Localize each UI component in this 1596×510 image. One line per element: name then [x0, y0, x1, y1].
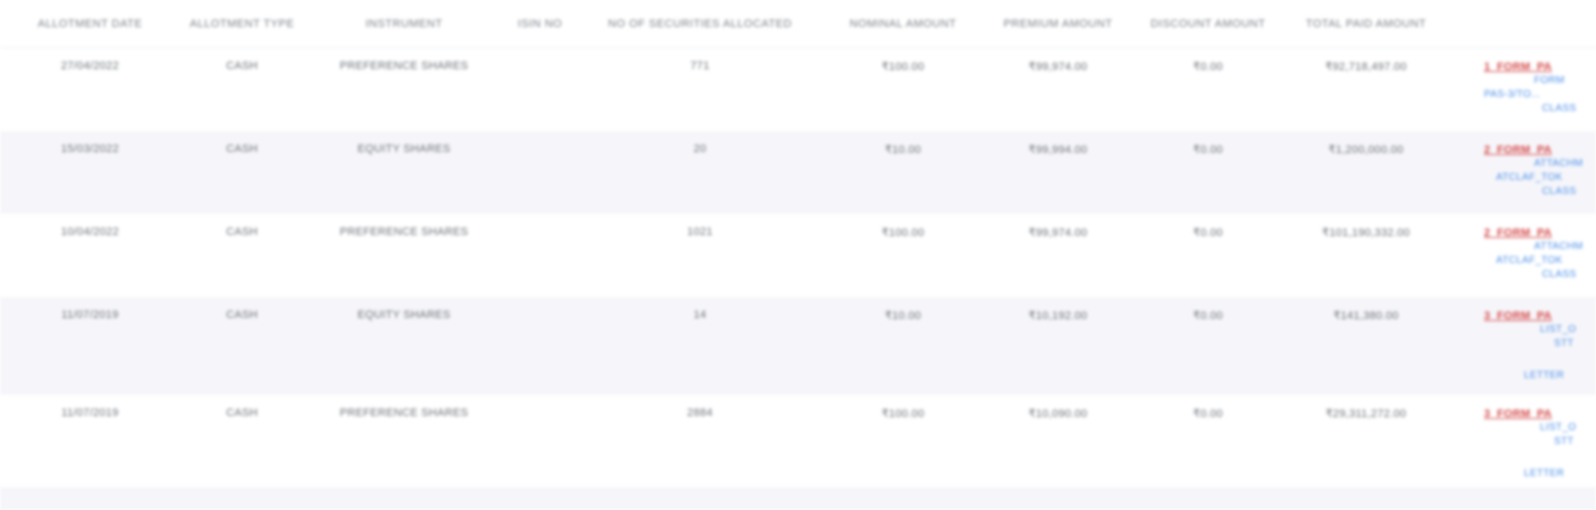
cell-total-paid-amount: ₹92,718,497.00: [1325, 61, 1407, 73]
table-row: [0, 486, 1596, 510]
col-header-documents: [1450, 0, 1596, 48]
cell-instrument: PREFERENCE SHARES: [339, 60, 469, 72]
col-header-premium-amount[interactable]: PREMIUM AMOUNT: [982, 0, 1134, 48]
cell-documents: 2_FORM_PA ATTACHM ATCLAF_TOK CLASS: [1450, 214, 1596, 297]
document-link-sub[interactable]: CLASS: [1484, 102, 1596, 116]
document-link-letter[interactable]: LETTER: [1484, 467, 1596, 481]
cell-documents: 2_FORM_PA ATTACHM ATCLAF_TOK CLASS: [1450, 131, 1596, 214]
cell-isin: [504, 48, 576, 131]
table-row: 11/07/2019 CASH PREFERENCE SHARES 2884 ₹…: [0, 394, 1596, 487]
allotment-table-container: ALLOTMENT DATE ALLOTMENT TYPE INSTRUMENT…: [0, 0, 1596, 510]
cell-instrument: PREFERENCE SHARES: [339, 225, 469, 238]
table-row: 10/04/2022 CASH PREFERENCE SHARES 1021 ₹…: [0, 213, 1596, 297]
cell-premium-amount: ₹99,974.00: [1028, 226, 1088, 239]
document-link-main[interactable]: 2_FORM_PA: [1484, 226, 1596, 240]
cell-nominal-amount: ₹100.00: [881, 226, 925, 239]
cell-total-paid-amount: ₹1,200,000.00: [1328, 143, 1404, 156]
cell-documents: 3_FORM_PA LIST_O STT LETTER: [1450, 395, 1596, 487]
cell-isin: [504, 131, 576, 214]
cell-securities-allocated: 1021: [687, 225, 713, 238]
cell-securities-allocated: 2884: [687, 406, 713, 419]
document-link-sub[interactable]: CLASS: [1484, 268, 1596, 282]
col-header-nominal-amount[interactable]: NOMINAL AMOUNT: [824, 0, 982, 48]
cell-premium-amount: ₹10,192.00: [1028, 309, 1088, 322]
cell-allotment-type: CASH: [226, 225, 258, 238]
cell-allotment-type: CASH: [226, 60, 258, 72]
cell-discount-amount: ₹0.00: [1193, 61, 1223, 73]
table-row: 15/03/2022 CASH EQUITY SHARES 20 ₹10.00 …: [0, 130, 1596, 214]
table-row: 11/07/2019 CASH EQUITY SHARES 14 ₹10.00 …: [0, 296, 1596, 395]
cell-nominal-amount: ₹100.00: [881, 407, 925, 420]
document-link-sub[interactable]: PAS-3/TO...: [1484, 88, 1596, 102]
cell-nominal-amount: ₹10.00: [884, 309, 922, 322]
cell-allotment-date: 11/07/2019: [61, 406, 119, 419]
cell-premium-amount: ₹10,090.00: [1028, 407, 1088, 420]
cell-allotment-type: CASH: [226, 308, 258, 321]
cell-discount-amount: ₹0.00: [1193, 309, 1223, 322]
col-header-total-paid-amount[interactable]: TOTAL PAID AMOUNT: [1282, 0, 1450, 48]
cell-discount-amount: ₹0.00: [1193, 143, 1223, 156]
cell-instrument: EQUITY SHARES: [357, 308, 451, 321]
document-link-sub[interactable]: ATTACHM: [1484, 240, 1596, 254]
cell-total-paid-amount: ₹101,190,332.00: [1322, 226, 1410, 239]
cell-nominal-amount: ₹10.00: [884, 143, 922, 156]
document-link-main[interactable]: 2_FORM_PA: [1484, 143, 1596, 157]
col-header-allotment-type[interactable]: ALLOTMENT TYPE: [180, 0, 304, 48]
cell-isin: [504, 214, 576, 297]
document-link-sub[interactable]: ATCLAF_TOK: [1484, 171, 1596, 185]
cell-documents: 1_FORM_PA FORM PAS-3/TO... CLASS: [1450, 48, 1596, 131]
cell-nominal-amount: ₹100.00: [881, 61, 925, 73]
allotment-table: ALLOTMENT DATE ALLOTMENT TYPE INSTRUMENT…: [0, 0, 1596, 510]
cell-documents: 3_FORM_PA LIST_O STT LETTER: [1450, 297, 1596, 395]
document-link-main[interactable]: 3_FORM_PA: [1484, 309, 1596, 323]
document-link-sub[interactable]: LIST_O: [1484, 323, 1596, 337]
col-header-allotment-date[interactable]: ALLOTMENT DATE: [0, 0, 180, 48]
document-link-sub[interactable]: ATTACHM: [1484, 157, 1596, 171]
col-header-securities-allocated[interactable]: NO OF SECURITIES ALLOCATED: [576, 0, 824, 48]
document-link-sub[interactable]: LIST_O: [1484, 421, 1596, 435]
cell-instrument: PREFERENCE SHARES: [339, 406, 469, 419]
cell-premium-amount: ₹99,994.00: [1028, 143, 1088, 156]
cell-discount-amount: ₹0.00: [1193, 226, 1223, 239]
col-header-discount-amount[interactable]: DISCOUNT AMOUNT: [1134, 0, 1282, 48]
col-header-isin[interactable]: ISIN NO: [504, 0, 576, 48]
col-header-instrument[interactable]: INSTRUMENT: [304, 0, 504, 48]
table-header-row: ALLOTMENT DATE ALLOTMENT TYPE INSTRUMENT…: [0, 0, 1596, 48]
cell-isin: [504, 395, 576, 487]
document-link-main[interactable]: 1_FORM_PA: [1484, 60, 1596, 74]
cell-allotment-date: 11/07/2019: [61, 308, 119, 321]
cell-securities-allocated: 14: [693, 308, 707, 321]
document-link-sub[interactable]: ATCLAF_TOK: [1484, 254, 1596, 268]
document-link-sub[interactable]: STT: [1484, 337, 1596, 351]
cell-instrument: EQUITY SHARES: [357, 142, 451, 155]
cell-isin: [504, 297, 576, 395]
document-link-main[interactable]: 3_FORM_PA: [1484, 407, 1596, 421]
document-link-sub[interactable]: STT: [1484, 435, 1596, 449]
cell-total-paid-amount: ₹29,311,272.00: [1325, 407, 1407, 420]
document-link-letter[interactable]: LETTER: [1484, 369, 1596, 383]
document-link-sub[interactable]: CLASS: [1484, 185, 1596, 199]
table-row-partial: [0, 487, 1596, 510]
cell-allotment-date: 15/03/2022: [60, 142, 120, 155]
cell-total-paid-amount: ₹141,380.00: [1333, 309, 1399, 322]
cell-securities-allocated: 20: [693, 142, 707, 155]
document-link-sub[interactable]: FORM: [1484, 74, 1596, 88]
table-row: 27/04/2022 CASH PREFERENCE SHARES 771 ₹1…: [0, 47, 1596, 131]
cell-securities-allocated: 771: [690, 60, 710, 72]
cell-allotment-type: CASH: [226, 142, 258, 155]
cell-premium-amount: ₹99,974.00: [1028, 61, 1088, 73]
cell-discount-amount: ₹0.00: [1193, 407, 1223, 420]
cell-allotment-date: 27/04/2022: [60, 60, 120, 72]
cell-allotment-date: 10/04/2022: [60, 225, 120, 238]
cell-allotment-type: CASH: [226, 406, 258, 419]
